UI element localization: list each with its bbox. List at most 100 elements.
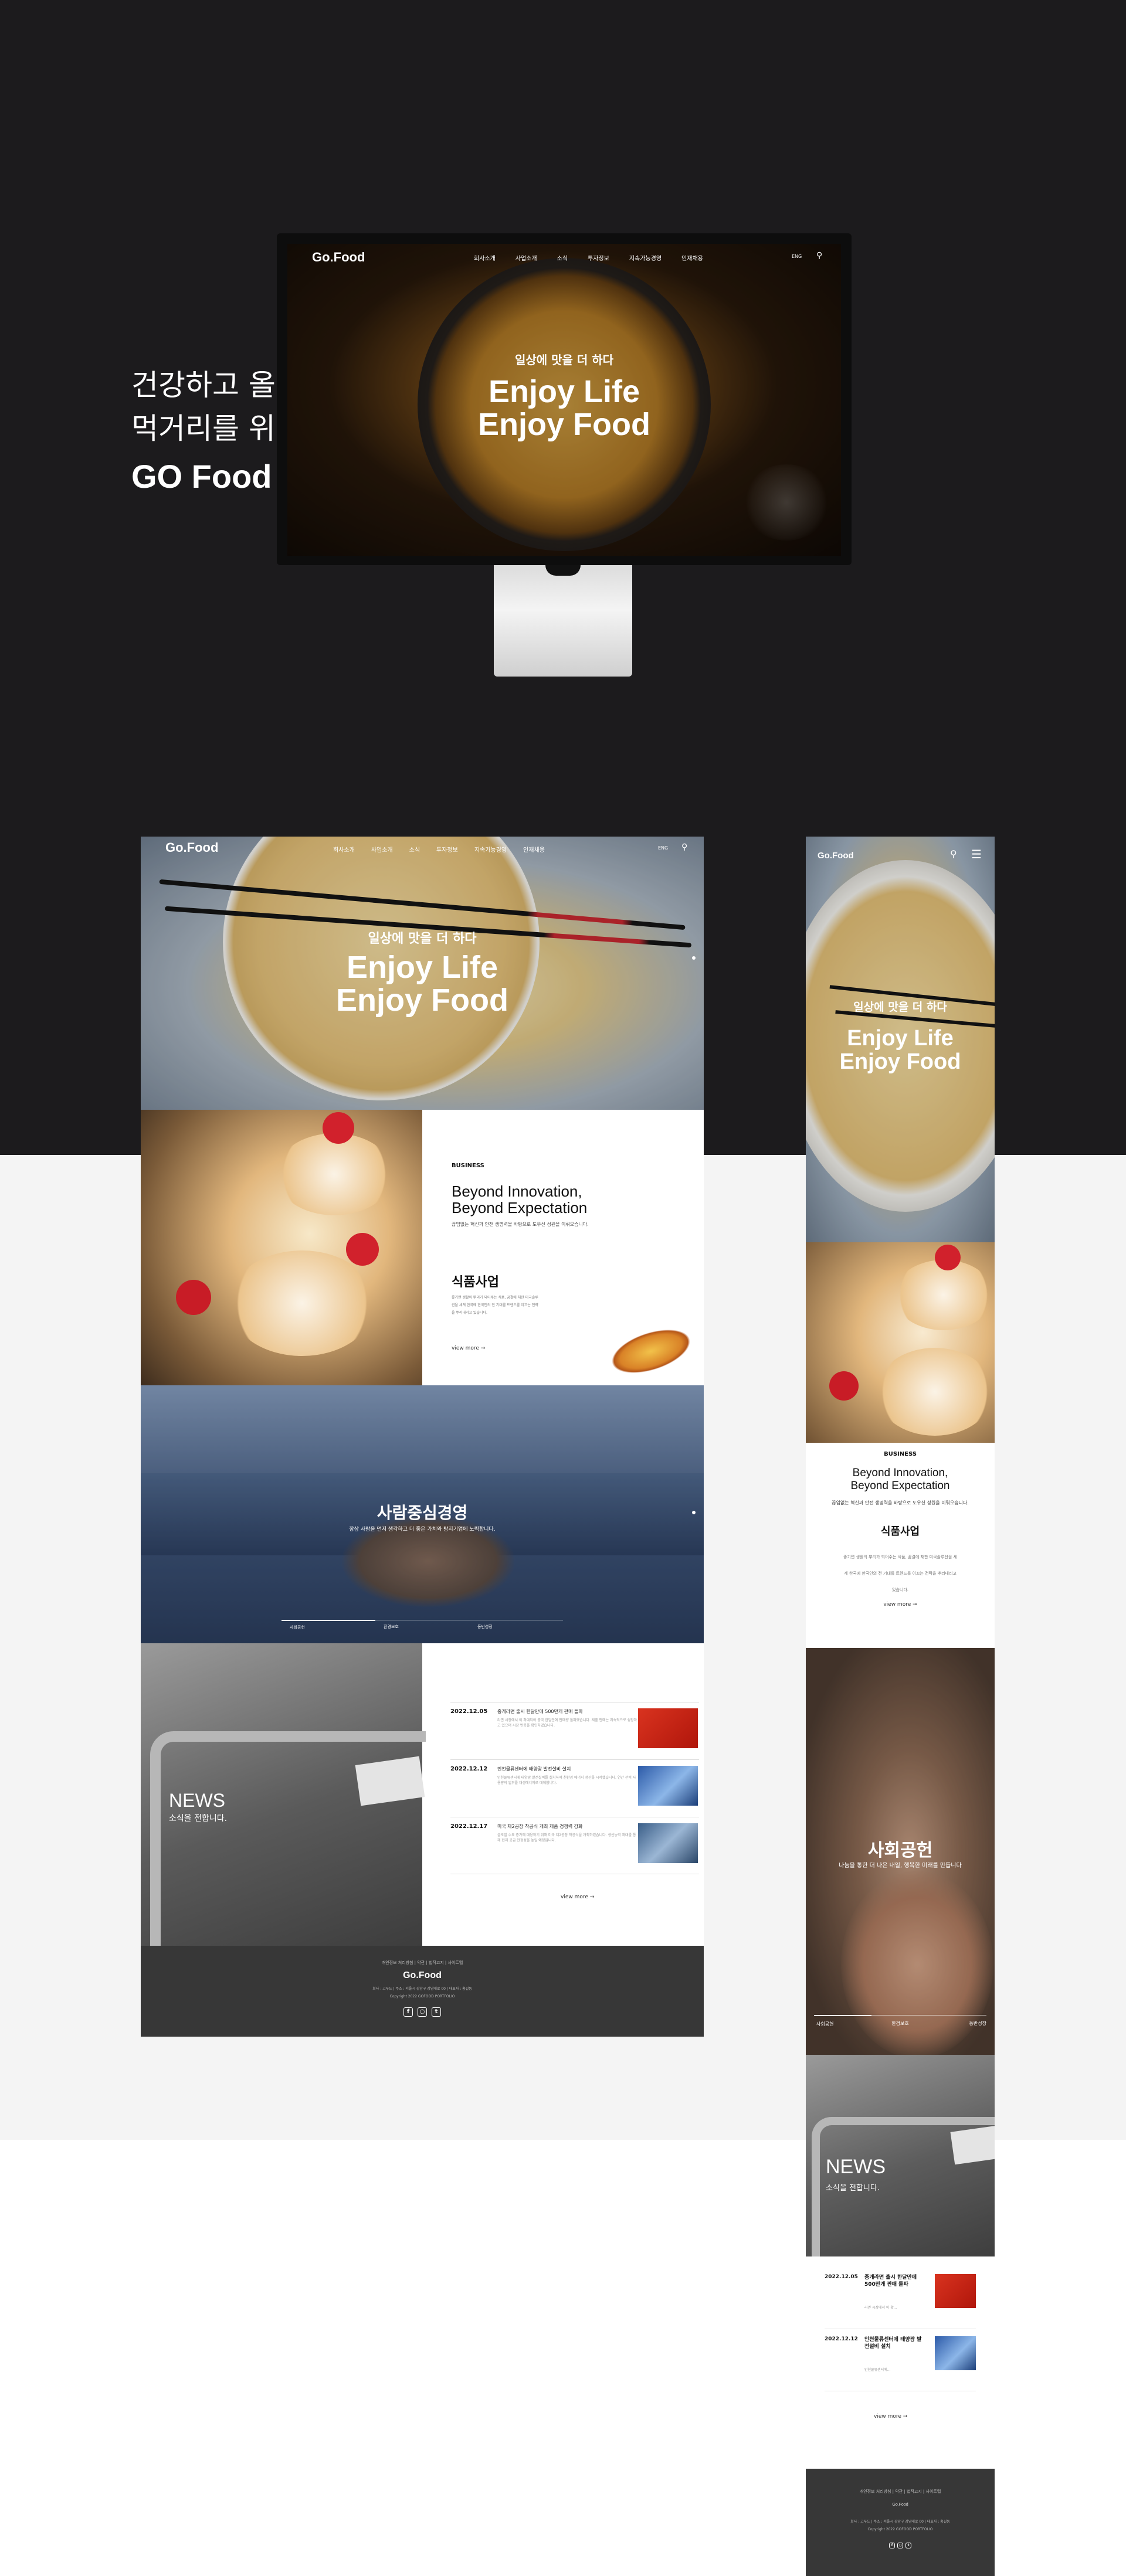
nav-item-careers[interactable]: 인재채용 <box>523 845 545 854</box>
news-date: 2022.12.12 <box>825 2336 858 2342</box>
tab-label: 사회공헌 <box>290 1625 305 1630</box>
hero-subtitle: 일상에 맛을 더 하다 <box>368 932 477 946</box>
nav-item-sustainability[interactable]: 지속가능경영 <box>474 845 507 854</box>
slide-indicator[interactable] <box>692 1511 696 1514</box>
footer-logo: Go.Food <box>403 1970 442 1980</box>
instagram-icon[interactable]: ○ <box>897 2543 903 2548</box>
monitor-stand <box>494 565 632 677</box>
mobile-site-footer: 개인정보 처리방침 | 약관 | 법적고지 | 사이트맵 Go.Food 회사 … <box>806 2469 995 2576</box>
site-logo[interactable]: Go.Food <box>165 840 218 855</box>
people-tab-bar: 사회공헌 환경보호 동반성장 <box>814 2015 986 2027</box>
tab-label: 환경보호 <box>891 2021 909 2026</box>
nav-item-business[interactable]: 사업소개 <box>371 845 393 854</box>
tab-environment[interactable]: 환경보호 <box>375 1620 469 1630</box>
view-more-label: view more <box>874 2414 901 2419</box>
people-tab-bar: 사회공헌 환경보호 동반성장 <box>282 1620 563 1630</box>
pizza-image <box>606 1320 696 1382</box>
monitor-stand-notch <box>545 565 581 576</box>
twitter-icon[interactable]: t <box>905 2543 911 2548</box>
facebook-icon[interactable]: f <box>889 2543 895 2548</box>
search-icon[interactable]: ⚲ <box>950 848 957 859</box>
mobile-news-list: 2022.12.05 중개라면 출시 한달만에 500만개 판매 돌파 라면 시… <box>806 2256 995 2468</box>
business-heading-line-1: Beyond Innovation, <box>452 1182 582 1200</box>
desktop-page-mockup: Go.Food 회사소개 사업소개 소식 투자정보 지속가능경영 인재채용 EN… <box>141 837 704 2037</box>
tab-label: 동반성장 <box>969 2021 986 2026</box>
strawberry-pastry <box>276 1133 393 1215</box>
news-view-more-link[interactable]: view more → <box>874 2414 907 2419</box>
news-subtitle: 소식을 전합니다. <box>826 2184 880 2193</box>
footer-links[interactable]: 개인정보 처리방침 | 약관 | 법적고지 | 사이트맵 <box>141 1960 704 1966</box>
strawberry <box>346 1233 379 1266</box>
business-description: 끊임없는 혁신과 안전 생명력을 바탕으로 도우신 성원을 이뤄오습니다. <box>832 1500 969 1506</box>
nav-item-careers[interactable]: 인재채용 <box>681 253 703 262</box>
news-view-more-link[interactable]: view more → <box>561 1894 594 1900</box>
twitter-icon[interactable]: t <box>432 2007 441 2017</box>
main-nav: 회사소개 사업소개 소식 투자정보 지속가능경영 인재채용 <box>474 253 703 262</box>
hero-title-line-2: Enjoy Food <box>478 407 650 442</box>
news-thumbnail <box>638 1766 698 1806</box>
tab-social-contribution[interactable]: 사회공헌 <box>282 1620 375 1630</box>
hamburger-icon[interactable]: ☰ <box>971 847 982 861</box>
news-item[interactable]: 2022.12.12 인천물류센터에 태양광 발전설비 설치 인천물류센터에 태… <box>450 1759 699 1817</box>
search-icon[interactable]: ⚲ <box>816 251 822 260</box>
footer-links[interactable]: 개인정보 처리방침 | 약관 | 법적고지 | 사이트맵 <box>806 2489 995 2495</box>
news-subtitle: 소식을 전합니다. <box>169 1814 228 1823</box>
site-logo[interactable]: Go.Food <box>818 851 854 861</box>
slide-indicator[interactable] <box>692 956 696 960</box>
tab-label: 환경보호 <box>384 1625 399 1629</box>
nav-item-company[interactable]: 회사소개 <box>474 253 496 262</box>
strawberry <box>829 1371 859 1401</box>
news-item-body: 라면 시장에서 이 확대되어 중국 한달만에 판매량 돌파했습니다. 제품 판매… <box>497 1718 637 1728</box>
hero-title-line-2: Enjoy Food <box>839 1049 961 1074</box>
mobile-page-mockup: Go.Food ⚲ ☰ 일상에 맛을 더 하다 Enjoy Life Enjoy… <box>806 837 995 2576</box>
news-item[interactable]: 2022.12.05 중개라면 출시 한달만에 500만개 판매 돌파 라면 시… <box>450 1702 699 1759</box>
nav-item-news[interactable]: 소식 <box>557 253 568 262</box>
strawberry-pastry <box>876 1348 993 1436</box>
newspaper <box>950 2125 995 2165</box>
business-label: BUSINESS <box>452 1163 484 1169</box>
lang-toggle[interactable]: ENG <box>792 254 802 259</box>
hero-title-line-2: Enjoy Food <box>336 983 508 1018</box>
nav-item-business[interactable]: 사업소개 <box>515 253 537 262</box>
business-heading-line-2: Beyond Expectation <box>452 1199 588 1216</box>
nav-item-news[interactable]: 소식 <box>409 845 420 854</box>
facebook-icon[interactable]: f <box>403 2007 413 2017</box>
strawberry <box>935 1245 961 1270</box>
hero-subtitle: 일상에 맛을 더 하다 <box>853 1001 947 1014</box>
news-title: NEWS <box>169 1790 225 1811</box>
footer-copyright: Copyright 2022 GOFOOD PORTFOLIO <box>867 2527 933 2531</box>
nav-item-sustainability[interactable]: 지속가능경영 <box>629 253 662 262</box>
hero-subtitle: 일상에 맛을 더 하다 <box>514 353 614 367</box>
business-description: 끊임없는 혁신과 안전 생명력을 바탕으로 도우신 성원을 이뤄오습니다. <box>452 1222 589 1227</box>
tab-shared-growth[interactable]: 동반성장 <box>469 1620 563 1630</box>
business-heading-line-1: Beyond Innovation, <box>852 1467 948 1479</box>
view-more-link[interactable]: view more → <box>806 1602 995 1608</box>
instagram-icon[interactable]: ○ <box>418 2007 427 2017</box>
view-more-label: view more <box>883 1602 911 1608</box>
site-logo[interactable]: Go.Food <box>312 250 365 265</box>
news-item[interactable]: 2022.12.17 미국 제2공장 착공식 개최 제품 경쟁력 강화 글로벌 … <box>450 1817 699 1874</box>
hero-section: Go.Food 회사소개 사업소개 소식 투자정보 지속가능경영 인재채용 EN… <box>141 837 704 1110</box>
nav-item-investor[interactable]: 투자정보 <box>436 845 458 854</box>
lang-toggle[interactable]: ENG <box>658 845 668 851</box>
hero-title-line-1: Enjoy Life <box>346 950 498 985</box>
nav-item-company[interactable]: 회사소개 <box>333 845 355 854</box>
tab-environment[interactable]: 환경보호 <box>871 2015 929 2027</box>
people-title: 사람중심경영 <box>377 1503 468 1523</box>
nav-item-investor[interactable]: 투자정보 <box>588 253 609 262</box>
view-more-link[interactable]: view more → <box>452 1345 485 1351</box>
news-item[interactable]: 2022.12.12 인천물류센터에 태양광 발전설비 설치 인천물류센터에..… <box>825 2333 976 2391</box>
tab-label: 사회공헌 <box>816 2021 834 2027</box>
news-date: 2022.12.05 <box>825 2274 858 2280</box>
news-section: NEWS 소식을 전합니다. 2022.12.05 중개라면 출시 한달만에 5… <box>141 1643 704 1954</box>
tab-shared-growth[interactable]: 동반성장 <box>929 2015 986 2027</box>
dessert-image <box>806 1242 995 1443</box>
food-business-text: 좋기면 생활의 뿌리가 되어주는 식품, 꿈결에 채판 미국솔루션을 세계 한국… <box>452 1296 538 1315</box>
strawberry <box>176 1280 211 1315</box>
search-icon[interactable]: ⚲ <box>681 842 687 852</box>
news-thumbnail <box>935 2274 976 2308</box>
news-item-body: 인천물류센터에 태양광 발전설비를 설치하여 친환경 에너지 생산을 시작했습니… <box>497 1776 636 1785</box>
tab-social-contribution[interactable]: 사회공헌 <box>814 2015 871 2027</box>
news-item[interactable]: 2022.12.05 중개라면 출시 한달만에 500만개 판매 돌파 라면 시… <box>825 2271 976 2329</box>
food-business-text: 좋기면 생활의 뿌리가 되어주는 식품, 꿈결에 채판 미국솔루션을 세계 한국… <box>843 1555 957 1592</box>
